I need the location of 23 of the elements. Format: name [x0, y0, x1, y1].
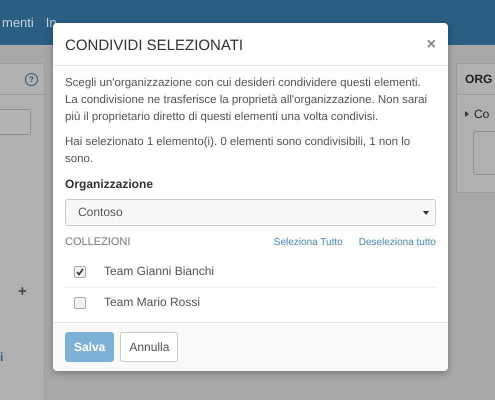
- panel-title: ORG: [465, 72, 492, 86]
- nav-link[interactable]: menti: [2, 15, 34, 30]
- deselect-all-link[interactable]: Deseleziona tutto: [358, 234, 436, 251]
- tree-item[interactable]: Co: [474, 107, 490, 121]
- selection-summary: Hai selezionato 1 elemento(i). 0 elementi sono condivisibili, 1 non lo sono.: [65, 135, 412, 167]
- checkbox[interactable]: [74, 266, 86, 278]
- add-icon[interactable]: +: [18, 283, 27, 300]
- checkbox[interactable]: [74, 296, 86, 308]
- organization-dropdown[interactable]: Contoso: [65, 199, 436, 226]
- caret-icon: [423, 210, 429, 214]
- select-all-link[interactable]: Seleziona Tutto: [274, 234, 343, 251]
- field-label: Organizzazione: [65, 176, 154, 193]
- close-icon[interactable]: ×: [426, 36, 436, 54]
- input-field[interactable]: [0, 109, 31, 135]
- collection-name: Team Gianni Bianchi: [104, 263, 214, 280]
- section-heading: COLLEZIONI: [65, 235, 132, 250]
- expand-icon[interactable]: [465, 111, 469, 117]
- description-text: Scegli un'organizzazione con cui desideri condividere questi elementi. La condivisione ne trasferisce la proprietà all'organizzazione. Non sarai più il proprietario diretto di questi elementi una volta condivisi.: [65, 76, 428, 125]
- panel-label: i: [0, 350, 4, 364]
- dialog-title: CONDIVIDI SELEZIONATI: [65, 36, 244, 54]
- collection-name: Team Mario Rossi: [104, 294, 200, 311]
- cancel-button[interactable]: Annulla: [120, 332, 178, 362]
- help-icon[interactable]: ?: [25, 72, 38, 86]
